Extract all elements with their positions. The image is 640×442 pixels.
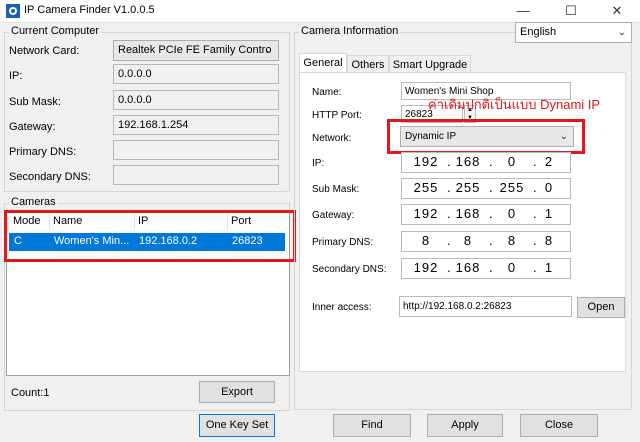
export-button[interactable]: Export [199,381,275,403]
sdns-octet-1[interactable]: 192 [410,260,442,275]
cam-name-label: Name: [312,87,342,98]
language-value: English [520,26,557,38]
cam-submask-input[interactable]: 255 . 255 . 255 . 0 [401,178,571,199]
ip-octet-2[interactable]: 168 [452,154,484,169]
sdns-octet-4[interactable]: 1 [533,260,565,275]
ip-dot: . [447,233,451,248]
title-bar: IP Camera Finder V1.0.0.5 — ☐ ✕ [0,0,640,23]
pc-primary-dns-field[interactable] [113,140,279,160]
submask-octet-2[interactable]: 255 [452,180,484,195]
tab-smart-upgrade[interactable]: Smart Upgrade [389,55,471,73]
gateway-octet-3[interactable]: 0 [496,206,528,221]
network-card-select[interactable]: Realtek PCIe FE Family Contro ⌄ [113,40,279,61]
pdns-octet-2[interactable]: 8 [452,233,484,248]
pc-secondary-dns-field[interactable] [113,165,279,185]
pdns-octet-1[interactable]: 8 [410,233,442,248]
apply-button[interactable]: Apply [427,414,503,437]
cameras-highlight-box [4,210,296,262]
ip-dot: . [489,154,493,169]
pdns-octet-3[interactable]: 8 [496,233,528,248]
cam-secondary-dns-input[interactable]: 192 . 168 . 0 . 1 [401,258,571,279]
pc-primary-dns-label: Primary DNS: [9,146,77,158]
minimize-button[interactable]: — [500,0,546,22]
tab-others[interactable]: Others [347,55,389,73]
ip-octet-4[interactable]: 2 [533,154,565,169]
ip-dot: . [489,180,493,195]
http-port-label: HTTP Port: [312,110,362,121]
network-label: Network: [312,133,352,144]
gateway-octet-4[interactable]: 1 [533,206,565,221]
chevron-down-icon: ⌄ [617,27,626,38]
ip-octet-1[interactable]: 192 [410,154,442,169]
ip-dot: . [447,180,451,195]
ip-dot: . [489,206,493,221]
pc-ip-field[interactable]: 0.0.0.0 [113,64,279,84]
cam-primary-dns-label: Primary DNS: [312,237,374,248]
language-select[interactable]: English ⌄ [515,22,632,43]
cam-ip-input[interactable]: 192 . 168 . 0 . 2 [401,152,571,173]
annotation-text: ค่าเดิมปกติเป็นแบบ Dynami IP [428,97,601,112]
network-card-label: Network Card: [9,45,80,57]
pdns-octet-4[interactable]: 8 [533,233,565,248]
pc-secondary-dns-label: Secondary DNS: [9,171,91,183]
ip-dot: . [447,206,451,221]
cameras-legend: Cameras [9,196,58,208]
inner-access-url[interactable]: http://192.168.0.2:26823 [399,296,572,317]
open-button[interactable]: Open [577,297,625,318]
find-button[interactable]: Find [333,414,411,437]
cam-submask-label: Sub Mask: [312,184,360,195]
app-icon [6,4,20,18]
submask-octet-3[interactable]: 255 [496,180,528,195]
network-card-value: Realtek PCIe FE Family Contro [118,44,272,56]
cam-gateway-label: Gateway: [312,210,355,221]
network-highlight-box [387,119,585,154]
ip-dot: . [489,260,493,275]
sdns-octet-3[interactable]: 0 [496,260,528,275]
window-title: IP Camera Finder V1.0.0.5 [24,4,155,16]
pc-gateway-field[interactable]: 192.168.1.254 [113,115,279,135]
count-label: Count:1 [11,387,50,399]
tab-general[interactable]: General [299,53,347,73]
cam-secondary-dns-label: Secondary DNS: [312,264,387,275]
cam-primary-dns-input[interactable]: 8 . 8 . 8 . 8 [401,231,571,252]
gateway-octet-1[interactable]: 192 [410,206,442,221]
camera-info-legend: Camera Information [299,25,401,37]
close-button[interactable]: Close [520,414,598,437]
pc-gateway-label: Gateway: [9,121,56,133]
close-window-button[interactable]: ✕ [594,0,640,22]
one-key-set-button[interactable]: One Key Set [199,414,275,437]
inner-access-label: Inner access: [312,302,372,313]
pc-submask-label: Sub Mask: [9,96,61,108]
maximize-button[interactable]: ☐ [548,0,594,22]
submask-octet-4[interactable]: 0 [533,180,565,195]
pc-ip-label: IP: [9,70,23,82]
sdns-octet-2[interactable]: 168 [452,260,484,275]
ip-octet-3[interactable]: 0 [496,154,528,169]
chevron-down-icon: ⌄ [264,45,273,56]
ip-dot: . [489,233,493,248]
pc-submask-field[interactable]: 0.0.0.0 [113,90,279,110]
cam-ip-label: IP: [312,158,325,169]
ip-dot: . [447,260,451,275]
current-computer-legend: Current Computer [9,25,102,37]
cam-gateway-input[interactable]: 192 . 168 . 0 . 1 [401,204,571,225]
submask-octet-1[interactable]: 255 [410,180,442,195]
gateway-octet-2[interactable]: 168 [452,206,484,221]
ip-dot: . [447,154,451,169]
